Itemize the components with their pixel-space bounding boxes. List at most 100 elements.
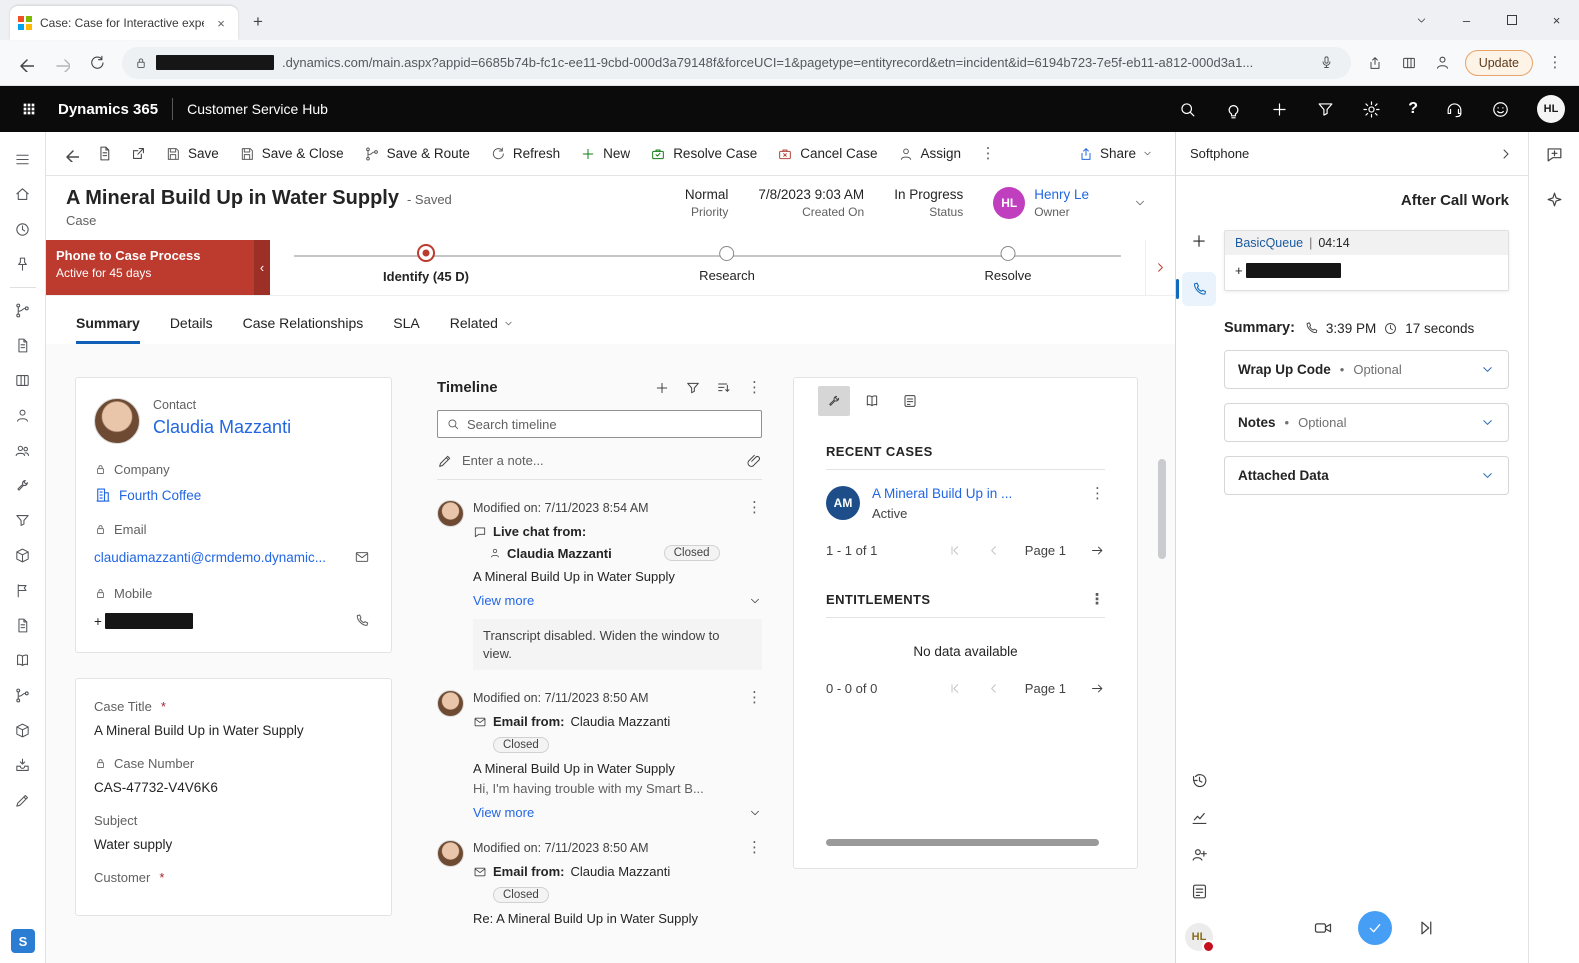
filter-icon[interactable]	[1316, 100, 1335, 119]
stage-marker[interactable]	[1001, 246, 1016, 261]
email-field-value[interactable]: claudiamazzanti@crmdemo.dynamic...	[94, 546, 373, 568]
sidebar-item-contacts[interactable]	[0, 398, 46, 433]
sidebar-item-products[interactable]	[0, 538, 46, 573]
app-name[interactable]: Customer Service Hub	[187, 101, 328, 117]
sidebar-item-packages[interactable]	[0, 713, 46, 748]
tab-case-relationships[interactable]: Case Relationships	[243, 315, 364, 344]
recent-case-link[interactable]: A Mineral Build Up in ...	[872, 486, 1012, 501]
case-title-value[interactable]: A Mineral Build Up in Water Supply	[94, 723, 373, 738]
save-route-button[interactable]: Save & Route	[355, 138, 479, 170]
process-stage-research[interactable]: Research	[699, 246, 755, 283]
next-page-icon[interactable]	[1090, 681, 1105, 696]
split-screen-button[interactable]	[1393, 47, 1425, 79]
sidebar-item-home[interactable]	[0, 177, 46, 212]
note-input[interactable]	[462, 453, 737, 468]
form-list-button[interactable]	[88, 138, 120, 170]
view-more-link[interactable]: View more	[473, 805, 534, 820]
agent-notes-icon[interactable]	[1190, 882, 1209, 901]
tool-tab-articles[interactable]	[894, 386, 926, 416]
active-call-session-tab[interactable]	[1182, 272, 1216, 306]
settings-gear-icon[interactable]	[1362, 100, 1381, 119]
process-stage-resolve[interactable]: Resolve	[985, 246, 1032, 283]
case-more-icon[interactable]: ⋮	[1090, 486, 1105, 501]
timeline-entry[interactable]: Modified on: 7/11/2023 8:50 AM ⋮ Email f…	[437, 690, 762, 820]
command-overflow-button[interactable]: ⋮	[972, 138, 1004, 170]
save-close-button[interactable]: Save & Close	[230, 138, 353, 170]
mic-icon[interactable]	[1315, 51, 1339, 75]
timeline-sort-icon[interactable]	[716, 380, 732, 396]
agent-presence-avatar[interactable]: HL	[1185, 923, 1213, 951]
tab-close-icon[interactable]: ×	[212, 14, 230, 32]
company-field-value[interactable]: Fourth Coffee	[94, 486, 373, 504]
entry-subject[interactable]: A Mineral Build Up in Water Supply	[473, 761, 762, 776]
consult-people-icon[interactable]	[1190, 845, 1209, 864]
timeline-entry[interactable]: Modified on: 7/11/2023 8:50 AM ⋮ Email f…	[437, 840, 762, 926]
refresh-command-button[interactable]: Refresh	[481, 138, 569, 170]
complete-call-button[interactable]	[1358, 911, 1392, 945]
chevron-down-icon[interactable]	[748, 594, 762, 608]
sitemap-toggle-button[interactable]	[0, 142, 46, 177]
stage-marker[interactable]	[719, 246, 734, 261]
page-back-button[interactable]	[54, 138, 86, 170]
sidebar-item-edit[interactable]	[0, 783, 46, 818]
vertical-scrollbar-thumb[interactable]	[1158, 459, 1166, 559]
popout-button[interactable]	[122, 138, 154, 170]
cancel-case-button[interactable]: Cancel Case	[768, 138, 886, 170]
refresh-button[interactable]	[80, 46, 114, 80]
new-session-icon[interactable]	[1184, 226, 1214, 256]
first-page-icon[interactable]	[947, 681, 962, 696]
sidebar-item-insights[interactable]	[0, 503, 46, 538]
new-button[interactable]: New	[571, 138, 639, 170]
process-stage-identify[interactable]: Identify (45 D)	[383, 246, 469, 284]
process-collapse-button[interactable]: ‹	[254, 240, 270, 295]
browser-menu-button[interactable]: ⋮	[1539, 47, 1571, 79]
first-page-icon[interactable]	[947, 543, 962, 558]
timeline-entry[interactable]: Modified on: 7/11/2023 8:54 AM ⋮ Live ch…	[437, 500, 762, 670]
sidebar-item-activities[interactable]	[0, 328, 46, 363]
sidebar-item-articles[interactable]	[0, 608, 46, 643]
waffle-menu-icon[interactable]	[14, 94, 44, 124]
previous-page-icon[interactable]	[986, 681, 1001, 696]
horizontal-scrollbar-thumb[interactable]	[826, 839, 1099, 846]
user-avatar[interactable]: HL	[1537, 95, 1565, 123]
contact-name-link[interactable]: Claudia Mazzanti	[153, 417, 291, 438]
previous-page-icon[interactable]	[986, 543, 1001, 558]
browser-update-button[interactable]: Update	[1465, 50, 1533, 76]
forward-button[interactable]	[44, 46, 78, 80]
mobile-field-value[interactable]: +	[94, 610, 373, 632]
sidebar-item-accounts[interactable]	[0, 433, 46, 468]
save-button[interactable]: Save	[156, 138, 228, 170]
next-page-icon[interactable]	[1090, 543, 1105, 558]
browser-profile-button[interactable]	[1427, 47, 1459, 79]
share-page-button[interactable]	[1359, 47, 1391, 79]
timeline-filter-icon[interactable]	[685, 380, 701, 396]
entry-subject[interactable]: Re: A Mineral Build Up in Water Supply	[473, 911, 762, 926]
teams-chat-icon[interactable]	[1545, 145, 1564, 164]
sidebar-item-dashboards[interactable]	[0, 293, 46, 328]
bulb-icon[interactable]	[1224, 100, 1243, 119]
tool-tab-related[interactable]	[818, 386, 850, 416]
header-field-owner[interactable]: HL Henry Le Owner	[993, 187, 1089, 219]
entry-more-icon[interactable]: ⋮	[747, 840, 762, 855]
stage-marker[interactable]	[417, 244, 435, 262]
new-tab-button[interactable]: +	[244, 8, 272, 36]
window-maximize-button[interactable]	[1489, 0, 1534, 40]
share-button[interactable]: Share	[1068, 138, 1163, 170]
wrap-up-code-section[interactable]: Wrap Up Code •Optional	[1224, 350, 1509, 389]
sidebar-item-knowledge[interactable]	[0, 643, 46, 678]
send-email-icon[interactable]	[351, 546, 373, 568]
analytics-icon[interactable]	[1190, 808, 1209, 827]
entry-subject[interactable]: A Mineral Build Up in Water Supply	[473, 569, 762, 584]
entry-more-icon[interactable]: ⋮	[747, 500, 762, 515]
tab-summary[interactable]: Summary	[76, 315, 140, 344]
browser-tab[interactable]: Case: Case for Interactive experie... ×	[10, 6, 238, 40]
resolve-case-button[interactable]: Resolve Case	[641, 138, 766, 170]
header-collapse-chevron[interactable]	[1127, 190, 1153, 216]
assign-button[interactable]: Assign	[889, 138, 971, 170]
area-switcher-tile[interactable]: S	[11, 929, 35, 953]
sidebar-item-recent[interactable]	[0, 212, 46, 247]
tool-tab-knowledge[interactable]	[856, 386, 888, 416]
search-icon[interactable]	[1178, 100, 1197, 119]
support-icon[interactable]	[1445, 100, 1464, 119]
attachment-icon[interactable]	[746, 453, 762, 469]
